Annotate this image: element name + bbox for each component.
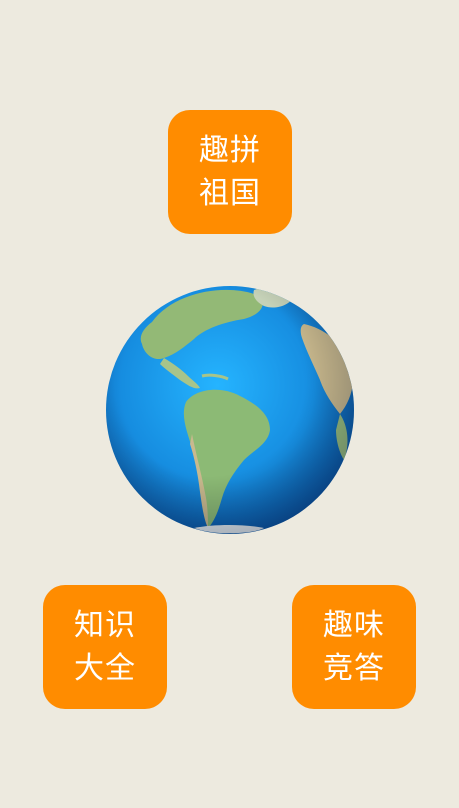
fun-quiz-label: 趣味 竞答 xyxy=(323,608,385,686)
knowledge-encyclopedia-label: 知识 大全 xyxy=(74,608,136,686)
globe-icon xyxy=(106,286,354,534)
puzzle-china-button[interactable]: 趣拼 祖国 xyxy=(168,110,292,234)
knowledge-encyclopedia-button[interactable]: 知识 大全 xyxy=(43,585,167,709)
puzzle-china-label: 趣拼 祖国 xyxy=(199,133,261,211)
fun-quiz-button[interactable]: 趣味 竞答 xyxy=(292,585,416,709)
